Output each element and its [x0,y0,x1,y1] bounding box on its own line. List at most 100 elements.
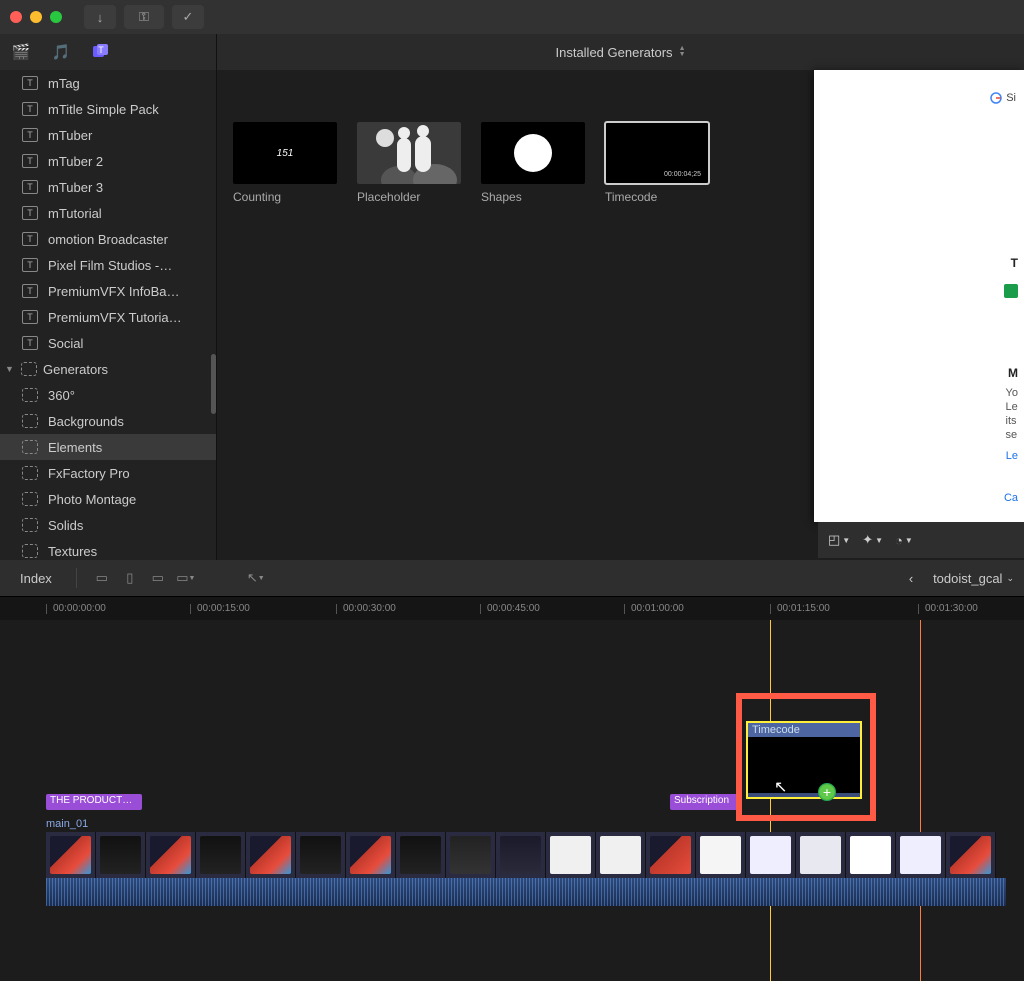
sidebar-item-mtuber-2[interactable]: TmTuber 2 [0,148,216,174]
sidebar-item-textures[interactable]: Textures [0,538,216,560]
sidebar-item-premiumvfx-tutoria-[interactable]: TPremiumVFX Tutoria… [0,304,216,330]
timeline-index-button[interactable]: Index [10,571,62,586]
timeline-marker-2[interactable]: Subscription [670,794,742,810]
clip-frame-thumbnail [946,832,996,878]
sidebar-item-mtuber-3[interactable]: TmTuber 3 [0,174,216,200]
google-g-icon [990,92,1002,104]
titlebar: ↓ ⚿ ✓ [0,0,1024,34]
browser-title-dropdown[interactable]: Installed Generators ▲▼ [555,45,685,60]
sidebar-item-label: Textures [48,544,97,559]
background-tasks-button[interactable]: ✓ [172,5,204,29]
title-category-icon: T [22,258,38,272]
zoom-window-button[interactable] [50,11,62,23]
sidebar-item-label: mTuber [48,128,92,143]
sidebar-group-generators[interactable]: ▼ Generators [0,356,216,382]
clip-frame-thumbnail [746,832,796,878]
thumbnail-preview [357,122,461,184]
svg-text:T: T [98,45,104,55]
clip-frame-thumbnail [896,832,946,878]
sidebar-item-label: 360° [48,388,75,403]
video-clip-row[interactable] [46,832,996,878]
window-traffic-lights [10,11,62,23]
sidebar-item-mtag[interactable]: TmTag [0,70,216,96]
playhead-primary[interactable] [920,620,921,981]
sidebar-item-label: Social [48,336,83,351]
import-button[interactable]: ↓ [84,5,116,29]
sidebar-item-solids[interactable]: Solids [0,512,216,538]
title-category-icon: T [22,128,38,142]
dragged-timecode-clip[interactable]: Timecode ↖ + [746,721,862,799]
append-clip-icon[interactable]: ▭ [147,568,169,588]
keyword-button[interactable]: ⚿ [124,5,164,29]
title-category-icon: T [22,284,38,298]
retime-tool[interactable]: ◔▼ [895,533,913,548]
timeline-body[interactable]: THE PRODUCT… Subscription main_01 Timeco… [0,620,1024,981]
sidebar-item-label: mTitle Simple Pack [48,102,159,117]
thumbnail-label: Placeholder [357,190,461,204]
viewer-heading-fragment: T [1011,256,1018,270]
enhance-tool[interactable]: ✦▼ [862,532,883,548]
timeline-ruler[interactable]: 00:00:00:0000:00:15:0000:00:30:0000:00:4… [0,596,1024,620]
generator-category-icon [22,492,38,506]
sidebar-item-mtutorial[interactable]: TmTutorial [0,200,216,226]
sidebar-item-label: Solids [48,518,83,533]
clip-frame-thumbnail [46,832,96,878]
generator-thumb-placeholder[interactable]: Placeholder [357,122,461,204]
overwrite-clip-icon[interactable]: ▭▼ [175,568,197,588]
audio-tab-icon[interactable]: 🎵 [50,41,72,63]
clip-frame-thumbnail [246,832,296,878]
sidebar-item-photo-montage[interactable]: Photo Montage [0,486,216,512]
generator-thumb-timecode[interactable]: 00:00:04;25Timecode [605,122,709,204]
titles-generators-tab-icon[interactable]: T [90,41,112,63]
viewer-more-fragment: M [1008,366,1018,380]
gauge-icon: ◔ [895,533,903,548]
generators-group-icon [21,362,37,376]
title-category-icon: T [22,102,38,116]
sidebar-item-mtuber[interactable]: TmTuber [0,122,216,148]
wand-icon: ✦ [862,532,873,548]
sidebar-item-premiumvfx-infoba-[interactable]: TPremiumVFX InfoBa… [0,278,216,304]
clip-name-label: main_01 [46,818,88,830]
project-name-label: todoist_gcal [933,571,1002,586]
close-window-button[interactable] [10,11,22,23]
sidebar-item-360-[interactable]: 360° [0,382,216,408]
connect-clip-icon[interactable]: ▭ [91,568,113,588]
generator-thumb-shapes[interactable]: Shapes [481,122,585,204]
generator-category-icon [22,518,38,532]
transform-tool[interactable]: ◰▼ [828,532,850,548]
generator-thumb-counting[interactable]: 151Counting [233,122,337,204]
sidebar-scrollbar[interactable] [211,354,216,414]
sidebar-item-mtitle-simple-pack[interactable]: TmTitle Simple Pack [0,96,216,122]
sidebar-item-label: mTag [48,76,80,91]
sidebar-item-elements[interactable]: Elements [0,434,216,460]
sidebar-item-label: omotion Broadcaster [48,232,168,247]
viewer-signin-fragment: Si [990,92,1016,104]
media-tab-icon[interactable]: 🎬 [10,41,32,63]
viewer-panel: Si T M Yo Le its se Le Ca [814,70,1024,522]
timeline-project-dropdown[interactable]: todoist_gcal ⌄ [933,571,1014,586]
clip-frame-thumbnail [546,832,596,878]
insert-clip-icon[interactable]: ▯ [119,568,141,588]
sidebar-item-label: mTuber 2 [48,154,103,169]
sidebar-item-social[interactable]: TSocial [0,330,216,356]
updown-chevron-icon: ▲▼ [679,46,686,58]
sidebar-item-backgrounds[interactable]: Backgrounds [0,408,216,434]
add-plus-badge-icon: + [818,783,836,801]
thumbnail-preview [481,122,585,184]
thumbnail-preview: 00:00:04;25 [605,122,709,184]
ruler-tick: 00:01:30:00 [918,597,978,620]
title-category-icon: T [22,76,38,90]
timeline-marker-1[interactable]: THE PRODUCT… [46,794,142,810]
calendar-app-icon [1004,284,1018,298]
sidebar-item-pixel-film-studios-[interactable]: TPixel Film Studios -… [0,252,216,278]
minimize-window-button[interactable] [30,11,42,23]
timeline-back-button[interactable]: ‹ [899,571,923,586]
sidebar-item-fxfactory-pro[interactable]: FxFactory Pro [0,460,216,486]
title-category-icon: T [22,310,38,324]
sidebar-item-omotion-broadcaster[interactable]: Tomotion Broadcaster [0,226,216,252]
select-tool[interactable]: ↖▼ [245,568,267,588]
audio-clip-row[interactable] [46,878,1006,906]
audio-waveform [46,878,1006,906]
checkmark-circle-icon: ✓ [183,9,194,25]
ruler-tick: 00:01:00:00 [624,597,684,620]
